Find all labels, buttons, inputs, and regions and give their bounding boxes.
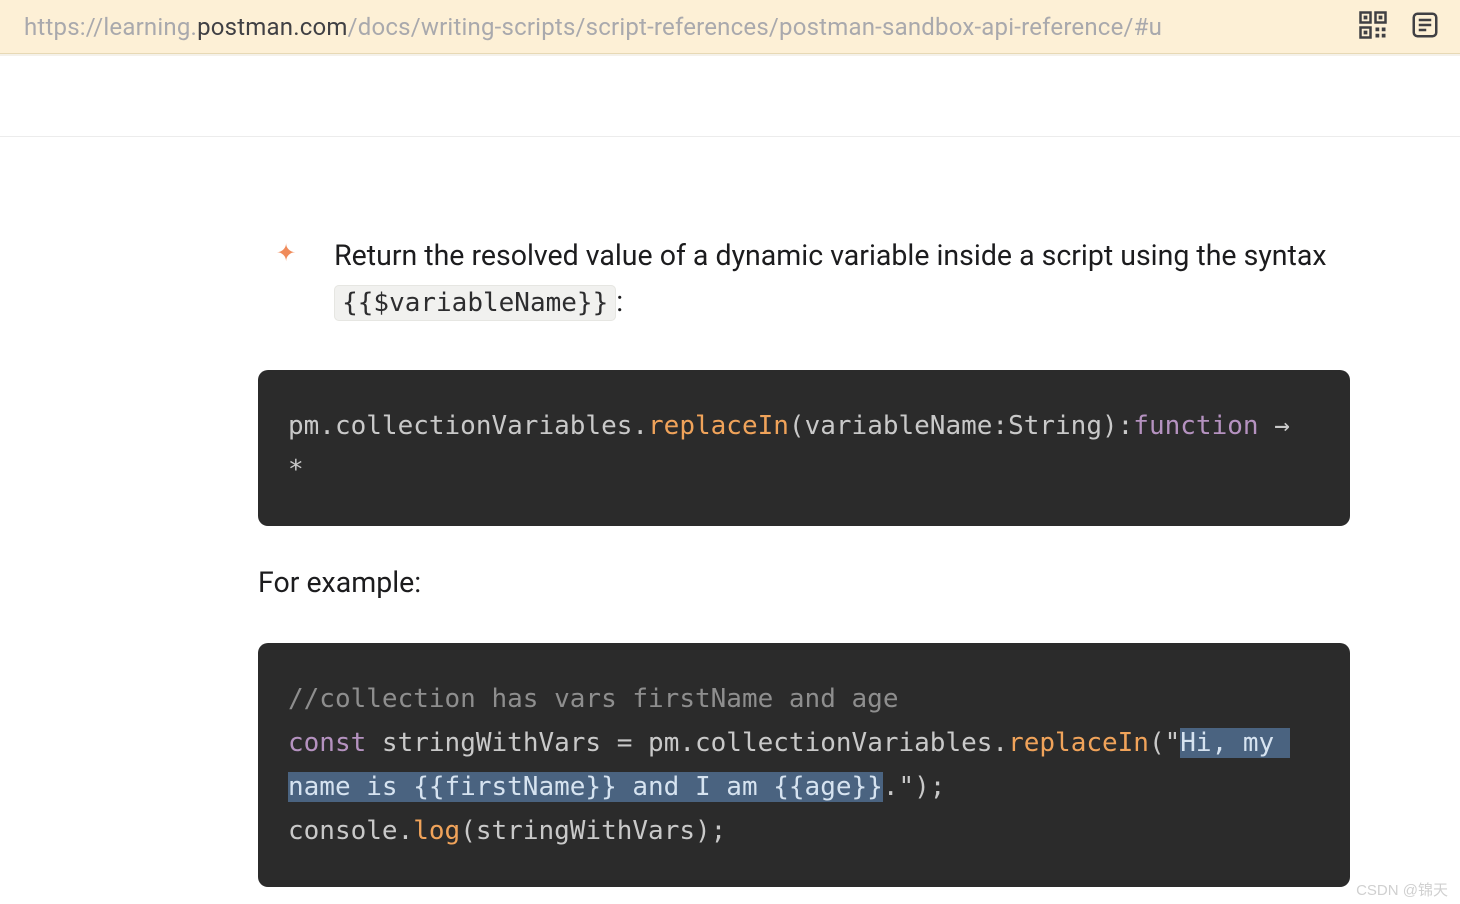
site-header-placeholder (0, 56, 1460, 137)
code-seg: (stringWithVars); (460, 816, 726, 846)
bullet-text-after: : (616, 285, 623, 318)
url-host: postman.com (197, 13, 348, 41)
bullet-text: Return the resolved value of a dynamic v… (334, 233, 1350, 326)
url-display[interactable]: https://learning.postman.com/docs/writin… (24, 13, 1358, 41)
code-seg: (" (1149, 728, 1180, 758)
code-fn-log: log (413, 816, 460, 846)
url-path: /docs/writing-scripts/script-references/… (348, 13, 1134, 41)
qr-code-icon[interactable] (1358, 10, 1388, 44)
browser-url-bar: https://learning.postman.com/docs/writin… (0, 0, 1460, 54)
inline-code-variablename: {{$variableName}} (334, 285, 616, 321)
spark-icon: ✦ (258, 233, 296, 273)
doc-page: ✦ Return the resolved value of a dynamic… (0, 233, 1460, 887)
code-comment: //collection has vars firstName and age (288, 684, 898, 714)
code-seg: ."); (883, 772, 946, 802)
code-block-signature: pm.collectionVariables.replaceIn(variabl… (258, 370, 1350, 526)
code-seg-kw: function (1133, 411, 1258, 441)
reader-mode-icon[interactable] (1410, 10, 1440, 44)
doc-content: ✦ Return the resolved value of a dynamic… (258, 233, 1350, 887)
code-kw-const: const (288, 728, 366, 758)
url-bar-tools (1358, 10, 1446, 44)
url-fragment: #u (1134, 13, 1162, 41)
code-block-example: //collection has vars firstName and age … (258, 643, 1350, 887)
code-seg: stringWithVars = pm.collectionVariables. (366, 728, 1008, 758)
code-seg: console. (288, 816, 413, 846)
code-fn-replacein: replaceIn (1008, 728, 1149, 758)
url-scheme-host-prefix: https://learning. (24, 13, 197, 41)
code-seg: pm.collectionVariables. (288, 411, 648, 441)
bullet-item: ✦ Return the resolved value of a dynamic… (258, 233, 1350, 326)
for-example-label: For example: (258, 566, 1350, 599)
watermark: CSDN @锦天 (1356, 879, 1448, 900)
code-seg: (variableName:String): (789, 411, 1133, 441)
bullet-text-before: Return the resolved value of a dynamic v… (334, 239, 1326, 272)
code-seg-fn: replaceIn (648, 411, 789, 441)
